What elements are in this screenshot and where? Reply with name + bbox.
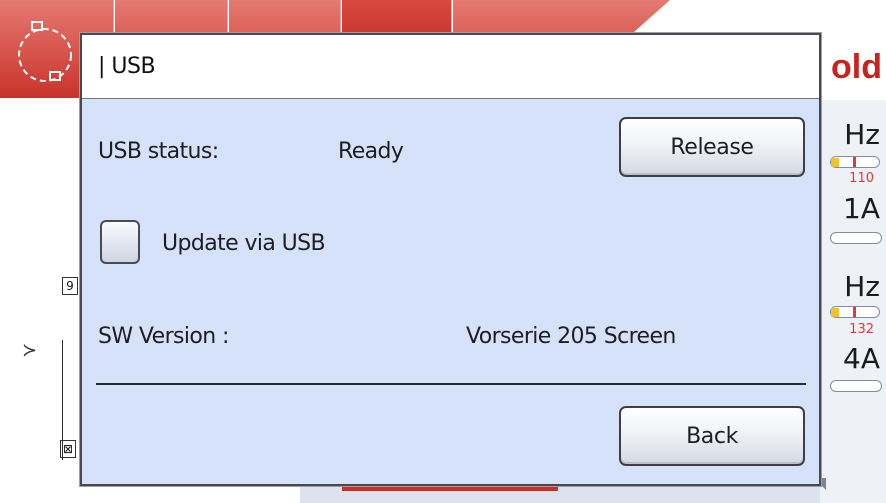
- sw-version-value: Vorserie 205 Screen: [466, 324, 676, 349]
- meter-value: 132: [849, 322, 874, 337]
- meter-unit: Hz: [844, 270, 880, 303]
- meter-2-amp: 4A: [826, 340, 886, 400]
- meter-2: Hz 132: [826, 270, 886, 340]
- update-via-usb-label: Update via USB: [162, 231, 326, 256]
- dialog-header: | USB: [82, 35, 819, 99]
- release-button[interactable]: Release: [619, 117, 805, 177]
- usb-dialog: | USB USB status: Ready Release Update v…: [80, 33, 821, 486]
- diagram-box-9: 9: [62, 277, 78, 295]
- diagram-connector-icon: ≻: [22, 340, 38, 361]
- meter-bar-yellow: [831, 158, 839, 167]
- meter-amp-bar: [830, 380, 882, 392]
- bottom-bar-red-segment: [342, 487, 558, 491]
- meter-bar: [830, 156, 880, 168]
- app-window: old 9 ⊠ ≻ Hz 110 1A Hz 132 4A | USB USB …: [0, 0, 886, 503]
- meter-amp: 1A: [843, 192, 880, 225]
- meter-bar-marker: [853, 157, 856, 167]
- meter-amp: 4A: [843, 342, 880, 375]
- meter-1-amp: 1A: [826, 190, 886, 250]
- usb-status-label: USB status:: [98, 139, 219, 164]
- diagram-line: [62, 340, 63, 460]
- meter-1: Hz 110: [826, 118, 886, 188]
- sw-version-label: SW Version :: [98, 324, 229, 349]
- meter-bar-marker: [853, 307, 856, 317]
- meter-amp-bar: [830, 232, 882, 244]
- update-via-usb-checkbox[interactable]: [100, 220, 140, 264]
- meter-bar-yellow: [831, 308, 839, 317]
- dialog-divider: [96, 383, 806, 385]
- meter-bar: [830, 306, 880, 318]
- usb-status-value: Ready: [338, 139, 404, 164]
- bottom-status-bar: [300, 486, 820, 503]
- dialog-title: | USB: [98, 54, 156, 79]
- brand-logo: old: [831, 48, 882, 86]
- meter-unit: Hz: [844, 118, 880, 151]
- back-button[interactable]: Back: [619, 406, 805, 466]
- meter-value: 110: [849, 171, 874, 186]
